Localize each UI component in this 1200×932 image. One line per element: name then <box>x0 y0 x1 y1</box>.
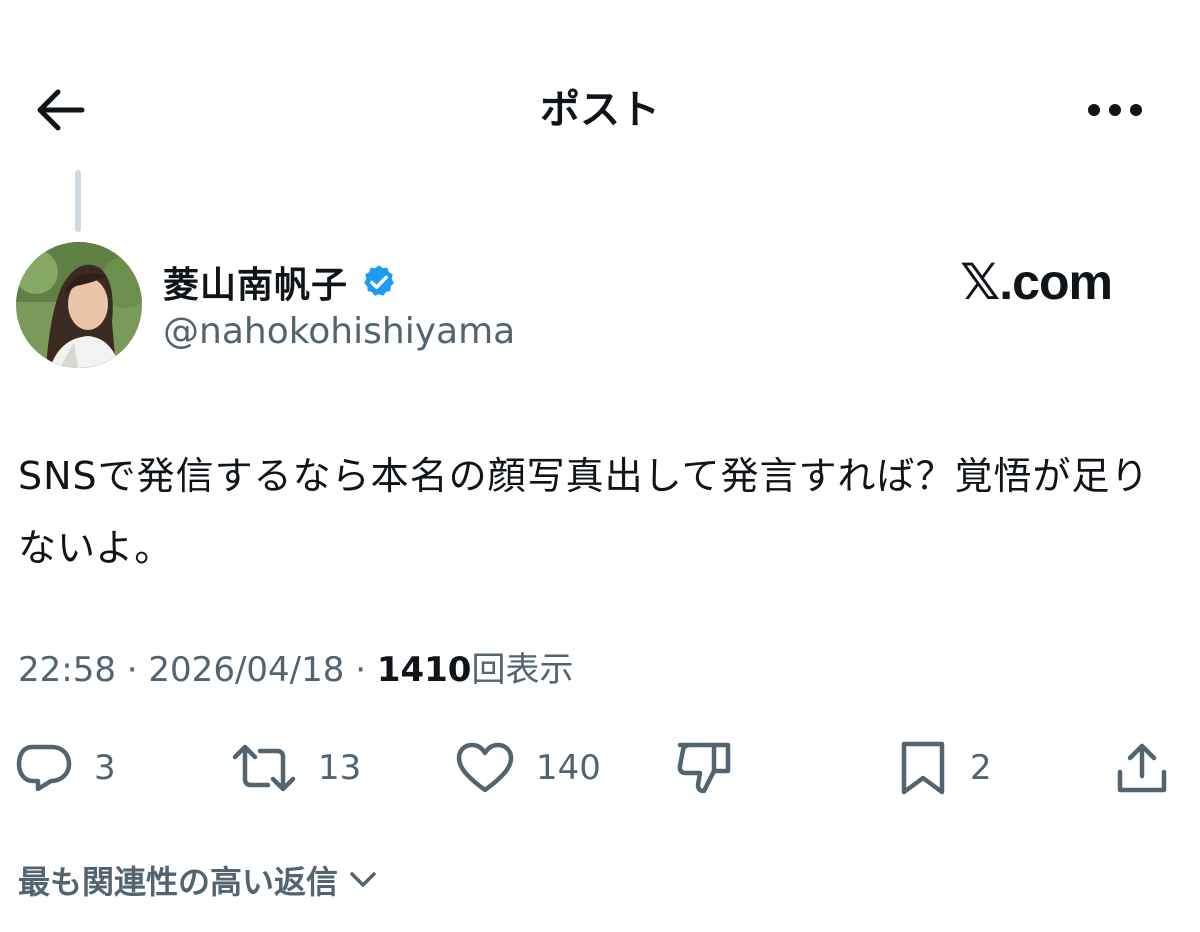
views-label: 回表示 <box>471 650 574 690</box>
share-button[interactable] <box>1114 728 1170 808</box>
author-handle[interactable]: @nahokohishiyama <box>163 308 515 356</box>
author-display-name: 菱山南帆子 <box>163 265 349 306</box>
replies-sort-label: 最も関連性の高い返信 <box>18 863 339 901</box>
reply-count: 3 <box>94 748 116 788</box>
dislike-button[interactable] <box>674 728 734 808</box>
bookmark-icon <box>901 741 945 795</box>
meta-separator: · <box>344 650 377 690</box>
bookmark-button[interactable]: 2 <box>898 728 992 808</box>
chevron-down-icon <box>350 872 376 887</box>
replies-sort-dropdown[interactable]: 最も関連性の高い返信 <box>18 852 378 908</box>
bookmark-count: 2 <box>970 748 992 788</box>
repost-icon <box>232 744 296 792</box>
share-icon <box>1117 743 1167 793</box>
repost-count: 13 <box>318 748 362 788</box>
heart-icon <box>456 742 514 793</box>
more-horizontal-icon <box>1088 104 1142 116</box>
post-text: SNSで発信するなら本名の顔写真出して発言すれば？覚悟が足りないよ。 <box>18 454 1150 570</box>
author-name-row[interactable]: 菱山南帆子 <box>163 254 398 310</box>
page-title: ポスト <box>540 87 660 133</box>
post-time[interactable]: 22:58 <box>18 650 116 690</box>
repost-button[interactable]: 13 <box>232 728 361 808</box>
meta-separator: · <box>115 650 149 690</box>
like-count: 140 <box>536 748 601 788</box>
reply-icon <box>16 744 72 792</box>
verified-badge-icon <box>364 265 394 296</box>
xcom-watermark: 𝕏.com <box>960 252 1113 312</box>
avatar-photo <box>16 242 142 368</box>
xcom-watermark-text: 𝕏.com <box>960 254 1113 310</box>
thread-connector-line <box>75 170 81 232</box>
thumbs-down-icon <box>677 742 731 794</box>
like-button[interactable]: 140 <box>456 728 601 808</box>
more-options-button[interactable] <box>1080 80 1150 140</box>
reply-button[interactable]: 3 <box>16 728 116 808</box>
views-count: 1410 <box>376 650 472 690</box>
post-date[interactable]: 2026/04/18 <box>148 650 344 690</box>
avatar[interactable] <box>16 242 142 368</box>
post-actions-bar: 3 13 140 2 <box>0 728 1200 808</box>
post-meta: 22:58 · 2026/04/18 · 1410回表示 <box>18 640 573 700</box>
